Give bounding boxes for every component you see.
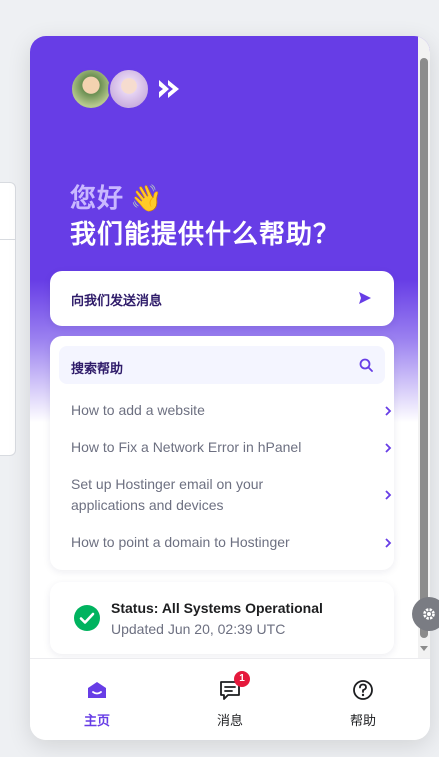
- scrollbar-thumb[interactable]: [420, 58, 428, 638]
- search-icon: [359, 358, 373, 372]
- send-icon: [359, 292, 371, 304]
- help-article-link[interactable]: Set up Hostinger email on your applicati…: [71, 474, 392, 516]
- greeting-subtitle: 我们能提供什么帮助？: [70, 219, 341, 249]
- help-article-title: How to add a website: [71, 402, 205, 418]
- check-circle-icon: [74, 605, 100, 631]
- background-panel: [0, 182, 16, 456]
- search-help-label: 搜索帮助: [71, 361, 124, 376]
- chevron-right-icon: [385, 405, 392, 416]
- chevron-right-icon: [385, 490, 392, 500]
- help-article-title: How to point a domain to Hostinger: [71, 534, 290, 550]
- tab-label: 主页: [83, 713, 110, 728]
- scroll-down-arrow-icon[interactable]: [420, 646, 428, 651]
- tab-help[interactable]: 帮助: [313, 659, 413, 740]
- background-divider: [0, 239, 15, 240]
- home-icon: [88, 682, 106, 698]
- help-article-title: Set up Hostinger email on your applicati…: [71, 476, 264, 513]
- wave-emoji-icon: 👋: [130, 183, 164, 213]
- unread-badge: 1: [234, 671, 250, 687]
- chevron-right-icon: [385, 442, 392, 453]
- avatar: [70, 68, 112, 110]
- help-article-title: How to Fix a Network Error in hPanel: [71, 439, 302, 455]
- send-message-button[interactable]: 向我们发送消息: [50, 271, 394, 326]
- system-status-card[interactable]: Status: All Systems Operational Updated …: [50, 582, 394, 654]
- search-help-input[interactable]: 搜索帮助: [59, 346, 385, 384]
- avatar: [108, 68, 150, 110]
- tab-label: 帮助: [349, 713, 376, 728]
- tab-label: 消息: [216, 713, 243, 728]
- settings-button[interactable]: [412, 597, 439, 631]
- tab-home[interactable]: 主页: [47, 659, 147, 740]
- widget-scroll-area[interactable]: 您好 👋 我们能提供什么帮助？ 向我们发送消息 搜索帮助 How to add a…: [30, 36, 418, 658]
- question-icon: [353, 680, 373, 700]
- help-article-link[interactable]: How to point a domain to Hostinger: [71, 532, 392, 553]
- help-card: 搜索帮助 How to add a website How to Fix a N…: [50, 336, 394, 570]
- messenger-widget: 您好 👋 我们能提供什么帮助？ 向我们发送消息 搜索帮助 How to add a…: [30, 36, 430, 740]
- status-title: Status: All Systems Operational: [111, 600, 323, 616]
- help-article-link[interactable]: How to Fix a Network Error in hPanel: [71, 437, 392, 458]
- status-updated: Updated Jun 20, 02:39 UTC: [111, 621, 286, 637]
- gear-icon: [423, 608, 435, 620]
- greeting-title: 您好 👋: [70, 183, 164, 213]
- hostinger-logo-icon: [159, 80, 179, 98]
- bottom-tab-bar: 主页 1 消息 帮助: [30, 658, 430, 740]
- help-article-link[interactable]: How to add a website: [71, 400, 392, 421]
- chevron-right-icon: [385, 537, 392, 548]
- tab-messages[interactable]: 1 消息: [180, 659, 280, 740]
- send-message-label: 向我们发送消息: [71, 293, 163, 308]
